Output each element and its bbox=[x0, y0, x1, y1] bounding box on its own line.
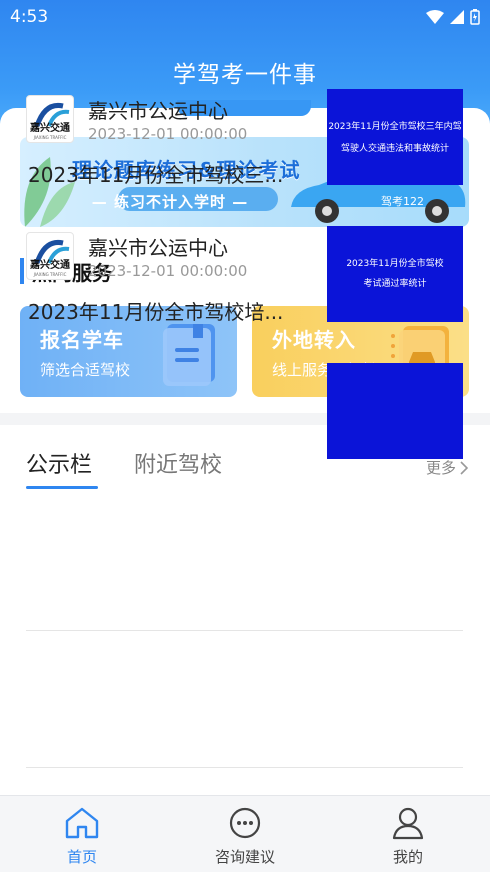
source-logo: 嘉兴交通 JIAXING TRAFFIC bbox=[26, 95, 74, 143]
thumbnail-text: 考试通过率统计 bbox=[363, 279, 427, 289]
divider bbox=[26, 630, 463, 631]
news-source: 嘉兴市公运中心 bbox=[88, 236, 228, 260]
tab-label: 首页 bbox=[66, 848, 97, 866]
status-icons bbox=[426, 9, 480, 25]
section-accent-bar bbox=[20, 258, 24, 284]
logo-subtext: JIAXING TRAFFIC bbox=[33, 272, 67, 277]
news-time: 2023-12-01 00:00:00 bbox=[88, 125, 248, 143]
tab-label: 咨询建议 bbox=[214, 848, 275, 866]
news-thumbnail: 2023年11月份全市驾校三年内驾 驾驶人交通违法和事故统计 bbox=[327, 89, 463, 185]
status-time: 4:53 bbox=[10, 7, 49, 27]
divider bbox=[26, 767, 463, 768]
chat-icon bbox=[229, 807, 261, 839]
news-source: 嘉兴市公运中心 bbox=[88, 99, 228, 123]
source-logo: 嘉兴交通 JIAXING TRAFFIC bbox=[26, 232, 74, 280]
news-time: 2023-12-01 00:00:00 bbox=[88, 262, 248, 280]
home-icon bbox=[65, 807, 99, 839]
notice-board: 公示栏 附近驾校 更多 bbox=[0, 425, 490, 800]
tab-consult[interactable]: 咨询建议 bbox=[195, 806, 295, 867]
user-icon bbox=[392, 807, 424, 840]
tab-home[interactable]: 首页 bbox=[32, 806, 132, 867]
list-item[interactable]: 嘉兴交通 JIAXING TRAFFIC 嘉兴市公运中心 2023-12-01 … bbox=[26, 226, 463, 344]
wifi-icon bbox=[426, 10, 444, 24]
bottom-tab-bar: 首页 咨询建议 我的 bbox=[0, 795, 490, 872]
news-thumbnail: 2023年11月份全市驾校 考试通过率统计 bbox=[327, 226, 463, 322]
list-item-partial[interactable] bbox=[26, 363, 463, 481]
news-thumbnail bbox=[327, 363, 463, 459]
logo-text: 嘉兴交通 bbox=[30, 123, 70, 134]
tab-label: 我的 bbox=[392, 848, 423, 866]
thumbnail-text: 2023年11月份全市驾校 bbox=[346, 259, 444, 269]
tab-mine[interactable]: 我的 bbox=[358, 806, 458, 867]
news-title: 2023年11月份全市驾校培... bbox=[28, 300, 284, 324]
list-item[interactable]: 嘉兴交通 JIAXING TRAFFIC 嘉兴市公运中心 2023-12-01 … bbox=[26, 89, 463, 207]
status-bar: 4:53 bbox=[10, 6, 480, 28]
logo-text: 嘉兴交通 bbox=[30, 260, 70, 271]
thumbnail-text: 驾驶人交通违法和事故统计 bbox=[340, 144, 449, 154]
news-title: 2023年11月份全市驾校三... bbox=[28, 163, 284, 187]
battery-icon bbox=[470, 9, 480, 25]
page-title: 学驾考一件事 bbox=[173, 62, 317, 88]
signal-icon bbox=[450, 10, 464, 24]
logo-subtext: JIAXING TRAFFIC bbox=[33, 135, 67, 140]
thumbnail-text: 2023年11月份全市驾校三年内驾 bbox=[328, 122, 462, 132]
